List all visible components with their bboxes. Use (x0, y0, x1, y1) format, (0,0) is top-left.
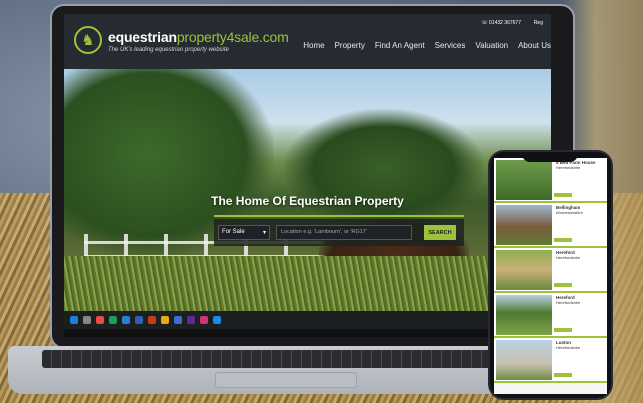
location-input[interactable]: Location e.g. 'Lambourn', or 'RG17' (276, 225, 412, 240)
laptop-bezel-bottom (64, 329, 551, 337)
main-nav: Home Property Find An Agent Services Val… (303, 41, 551, 50)
listing-subtitle: Herefordshire (556, 255, 581, 261)
listing-photo (496, 295, 552, 335)
start-icon[interactable] (70, 316, 78, 324)
teams-icon[interactable] (187, 316, 195, 324)
outlook-icon[interactable] (174, 316, 182, 324)
photos-icon[interactable] (200, 316, 208, 324)
property-search-bar: For Sale ▾ Location e.g. 'Lambourn', or … (214, 219, 464, 246)
logo-main: equestrian (108, 29, 177, 45)
listing-photo (496, 250, 552, 290)
listing-photo (496, 205, 552, 245)
folder-icon[interactable] (161, 316, 169, 324)
hero-title: The Home Of Equestrian Property (211, 194, 404, 208)
list-item[interactable]: 5 Bed Farm House Herefordshire (494, 158, 607, 203)
logo-accent: property4sale.com (176, 29, 289, 45)
site-logo[interactable]: equestrianproperty4sale.com (108, 29, 289, 45)
listing-button[interactable] (554, 283, 572, 287)
hero-tree-center (284, 109, 484, 229)
sale-type-select[interactable]: For Sale ▾ (218, 225, 270, 240)
os-taskbar (64, 311, 551, 329)
nav-about[interactable]: About Us (518, 41, 551, 50)
site-header: ♞ equestrianproperty4sale.com The UK's l… (64, 14, 551, 69)
phone-notch (522, 153, 578, 162)
phone-screen: 5 Bed Farm House Herefordshire Bellingha… (494, 158, 607, 394)
register-link[interactable]: Reg (534, 20, 543, 26)
nav-home[interactable]: Home (303, 41, 324, 50)
search-icon[interactable] (83, 316, 91, 324)
laptop-keyboard (42, 350, 497, 368)
laptop-touchpad (215, 372, 357, 388)
nav-valuation[interactable]: Valuation (475, 41, 508, 50)
listing-subtitle: Worcestershire (556, 210, 583, 216)
horse-logo-icon[interactable]: ♞ (74, 26, 102, 54)
listing-subtitle: Herefordshire (556, 345, 581, 351)
search-button[interactable]: SEARCH (424, 225, 456, 240)
list-item[interactable]: Hereford Herefordshire (494, 248, 607, 293)
listing-photo (496, 160, 552, 200)
nav-property[interactable]: Property (335, 41, 365, 50)
excel-icon[interactable] (109, 316, 117, 324)
edge-icon[interactable] (122, 316, 130, 324)
site-tagline: The UK's leading equestrian property web… (108, 47, 229, 53)
list-item[interactable]: Hereford Herefordshire (494, 293, 607, 338)
powerpoint-icon[interactable] (148, 316, 156, 324)
phone-number[interactable]: ☏ 01432 367677 (481, 20, 521, 26)
hero-grass (64, 256, 551, 311)
mail-icon[interactable] (213, 316, 221, 324)
list-item[interactable]: Bellingham Worcestershire (494, 203, 607, 248)
listing-button[interactable] (554, 373, 572, 377)
nav-services[interactable]: Services (435, 41, 466, 50)
word-icon[interactable] (135, 316, 143, 324)
listing-subtitle: Herefordshire (556, 300, 581, 306)
hero-banner: The Home Of Equestrian Property For Sale… (64, 69, 551, 311)
hero-divider (214, 215, 464, 217)
listing-photo (496, 340, 552, 380)
listing-button[interactable] (554, 193, 572, 197)
chrome-icon[interactable] (96, 316, 104, 324)
listing-button[interactable] (554, 328, 572, 332)
list-item[interactable]: Luston Herefordshire (494, 338, 607, 383)
chevron-down-icon: ▾ (262, 230, 266, 236)
listing-subtitle: Herefordshire (556, 165, 581, 171)
laptop-screen: ♞ equestrianproperty4sale.com The UK's l… (64, 14, 551, 337)
listing-button[interactable] (554, 238, 572, 242)
nav-find-agent[interactable]: Find An Agent (375, 41, 425, 50)
sale-type-value: For Sale (222, 229, 245, 235)
